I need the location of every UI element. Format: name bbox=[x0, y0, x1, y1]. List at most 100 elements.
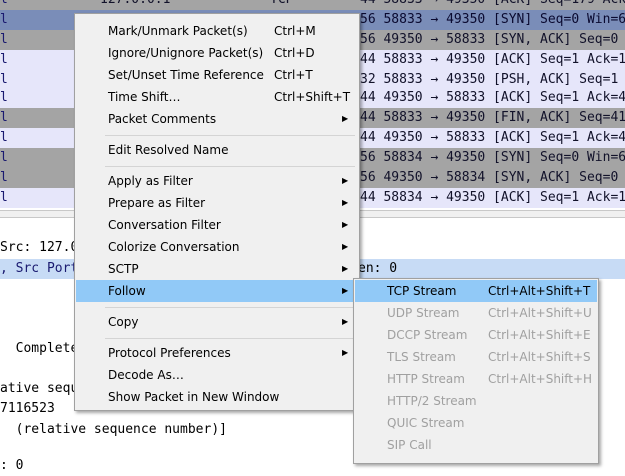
packet-cell: l bbox=[0, 130, 8, 145]
menu-separator bbox=[105, 135, 355, 136]
submenu-item-shortcut: Ctrl+Alt+Shift+S bbox=[488, 350, 591, 364]
packet-info: 56 49350 → 58834 [SYN, ACK] Seq=0 A bbox=[360, 170, 625, 185]
menu-item-decode-as[interactable]: Decode As… bbox=[76, 364, 358, 386]
submenu-item-label: HTTP/2 Stream bbox=[387, 394, 477, 408]
packet-cell: l bbox=[0, 32, 8, 47]
detail-last-line[interactable]: : 0 bbox=[0, 456, 23, 476]
submenu-item-shortcut: Ctrl+Alt+Shift+U bbox=[488, 306, 592, 320]
packet-info: 44 58834 → 49350 [ACK] Seq=1 Ack=1 bbox=[360, 190, 625, 205]
detail-src-port-line[interactable]: , Src Port bbox=[0, 259, 78, 279]
submenu-item-sip-call[interactable]: SIP Call bbox=[355, 434, 597, 456]
submenu-item-http-stream[interactable]: HTTP Stream Ctrl+Alt+Shift+H bbox=[355, 368, 597, 390]
submenu-arrow-icon: ▶ bbox=[342, 286, 349, 295]
submenu-item-shortcut: Ctrl+Alt+Shift+E bbox=[488, 328, 591, 342]
menu-item-label: Ignore/Unignore Packet(s) bbox=[108, 46, 264, 60]
detail-complete-line[interactable]: Complete bbox=[0, 339, 79, 359]
menu-item-label: SCTP bbox=[108, 262, 139, 276]
submenu-arrow-icon: ▶ bbox=[342, 264, 349, 273]
menu-item-conversation-filter[interactable]: Conversation Filter ▶ bbox=[76, 214, 358, 236]
submenu-arrow-icon: ▶ bbox=[342, 176, 349, 185]
menu-item-label: Decode As… bbox=[108, 368, 184, 382]
menu-item-colorize-conversation[interactable]: Colorize Conversation ▶ bbox=[76, 236, 358, 258]
packet-cell: l bbox=[0, 190, 8, 205]
menu-item-copy[interactable]: Copy ▶ bbox=[76, 311, 358, 333]
submenu-arrow-icon: ▶ bbox=[342, 198, 349, 207]
menu-item-label: Edit Resolved Name bbox=[108, 143, 229, 157]
submenu-item-label: QUIC Stream bbox=[387, 416, 465, 430]
packet-info: 56 49350 → 58833 [SYN, ACK] Seq=0 A bbox=[360, 32, 625, 47]
packet-info: 44 58833 → 49350 [ACK] Seq=179 Ack bbox=[360, 0, 625, 10]
detail-len-line[interactable]: en: 0 bbox=[358, 259, 397, 279]
menu-item-label: Colorize Conversation bbox=[108, 240, 240, 254]
submenu-item-tcp-stream[interactable]: TCP Stream Ctrl+Alt+Shift+T bbox=[355, 280, 597, 302]
menu-item-label: Time Shift… bbox=[108, 90, 181, 104]
submenu-item-label: DCCP Stream bbox=[387, 328, 468, 342]
packet-protocol: TCP bbox=[270, 0, 293, 10]
menu-item-label: Copy bbox=[108, 315, 139, 329]
menu-item-label: Mark/Unmark Packet(s) bbox=[108, 24, 248, 38]
menu-item-apply-as-filter[interactable]: Apply as Filter ▶ bbox=[76, 170, 358, 192]
packet-info: 32 58833 → 49350 [PSH, ACK] Seq=1 A bbox=[360, 72, 625, 87]
packet-cell: l bbox=[0, 52, 8, 67]
menu-item-time-shift[interactable]: Time Shift… Ctrl+Shift+T bbox=[76, 86, 358, 108]
packet-cell: l bbox=[0, 170, 8, 185]
packet-row[interactable]: l 127.0.0.1 TCP 44 58833 → 49350 [ACK] S… bbox=[0, 0, 625, 10]
submenu-item-label: UDP Stream bbox=[387, 306, 460, 320]
menu-item-label: Protocol Preferences bbox=[108, 346, 231, 360]
packet-cell: l bbox=[0, 150, 8, 165]
packet-cell: l bbox=[0, 110, 8, 125]
packet-source: 127.0.0.1 bbox=[100, 0, 170, 10]
submenu-item-dccp-stream[interactable]: DCCP Stream Ctrl+Alt+Shift+E bbox=[355, 324, 597, 346]
follow-submenu[interactable]: TCP Stream Ctrl+Alt+Shift+T UDP Stream C… bbox=[353, 278, 599, 464]
menu-item-label: Apply as Filter bbox=[108, 174, 193, 188]
packet-info: 56 58833 → 49350 [SYN] Seq=0 Win=6 bbox=[360, 12, 625, 27]
menu-item-sctp[interactable]: SCTP ▶ bbox=[76, 258, 358, 280]
context-menu[interactable]: Mark/Unmark Packet(s) Ctrl+M Ignore/Unig… bbox=[74, 13, 360, 411]
submenu-arrow-icon: ▶ bbox=[342, 220, 349, 229]
menu-separator bbox=[105, 307, 355, 308]
menu-item-show-packet-new-window[interactable]: Show Packet in New Window bbox=[76, 386, 358, 408]
menu-item-packet-comments[interactable]: Packet Comments ▶ bbox=[76, 108, 358, 130]
menu-item-edit-resolved-name[interactable]: Edit Resolved Name bbox=[76, 139, 358, 161]
menu-item-shortcut: Ctrl+D bbox=[274, 46, 315, 60]
menu-item-label: Set/Unset Time Reference bbox=[108, 68, 264, 82]
submenu-item-shortcut: Ctrl+Alt+Shift+T bbox=[488, 284, 591, 298]
submenu-item-label: TCP Stream bbox=[387, 284, 457, 298]
menu-item-prepare-as-filter[interactable]: Prepare as Filter ▶ bbox=[76, 192, 358, 214]
packet-info: 44 49350 → 58833 [ACK] Seq=1 Ack=4 bbox=[360, 130, 625, 145]
detail-src-line[interactable]: Src: 127.0 bbox=[0, 238, 78, 258]
packet-cell: l bbox=[0, 0, 8, 10]
submenu-arrow-icon: ▶ bbox=[342, 242, 349, 251]
menu-item-shortcut: Ctrl+T bbox=[274, 68, 313, 82]
packet-cell: l bbox=[0, 90, 8, 105]
packet-info: 56 58834 → 49350 [SYN] Seq=0 Win=6 bbox=[360, 150, 625, 165]
detail-relative-seq-number-line[interactable]: (relative sequence number)] bbox=[0, 420, 227, 440]
submenu-item-udp-stream[interactable]: UDP Stream Ctrl+Alt+Shift+U bbox=[355, 302, 597, 324]
submenu-item-shortcut: Ctrl+Alt+Shift+H bbox=[488, 372, 593, 386]
menu-item-protocol-preferences[interactable]: Protocol Preferences ▶ bbox=[76, 342, 358, 364]
menu-item-time-reference[interactable]: Set/Unset Time Reference Ctrl+T bbox=[76, 64, 358, 86]
menu-item-label: Conversation Filter bbox=[108, 218, 221, 232]
menu-item-shortcut: Ctrl+M bbox=[274, 24, 316, 38]
menu-item-label: Prepare as Filter bbox=[108, 196, 206, 210]
menu-item-follow[interactable]: Follow ▶ bbox=[76, 280, 358, 302]
menu-item-label: Packet Comments bbox=[108, 112, 217, 126]
submenu-item-quic-stream[interactable]: QUIC Stream bbox=[355, 412, 597, 434]
menu-item-label: Follow bbox=[108, 284, 146, 298]
menu-separator bbox=[105, 166, 355, 167]
submenu-item-tls-stream[interactable]: TLS Stream Ctrl+Alt+Shift+S bbox=[355, 346, 597, 368]
packet-info: 44 58833 → 49350 [ACK] Seq=1 Ack=1 bbox=[360, 52, 625, 67]
submenu-item-label: TLS Stream bbox=[387, 350, 456, 364]
detail-number-line[interactable]: 7116523 bbox=[0, 399, 55, 419]
submenu-item-label: HTTP Stream bbox=[387, 372, 465, 386]
packet-info: 44 49350 → 58833 [ACK] Seq=1 Ack=4 bbox=[360, 90, 625, 105]
packet-cell: l bbox=[0, 12, 8, 27]
menu-item-ignore-unignore[interactable]: Ignore/Unignore Packet(s) Ctrl+D bbox=[76, 42, 358, 64]
menu-item-mark-unmark[interactable]: Mark/Unmark Packet(s) Ctrl+M bbox=[76, 20, 358, 42]
detail-relative-seq-line[interactable]: ative sequ bbox=[0, 379, 78, 399]
packet-info: 44 58833 → 49350 [FIN, ACK] Seq=41 bbox=[360, 110, 625, 125]
submenu-arrow-icon: ▶ bbox=[342, 317, 349, 326]
packet-cell: l bbox=[0, 72, 8, 87]
submenu-item-label: SIP Call bbox=[387, 438, 432, 452]
submenu-item-http2-stream[interactable]: HTTP/2 Stream bbox=[355, 390, 597, 412]
